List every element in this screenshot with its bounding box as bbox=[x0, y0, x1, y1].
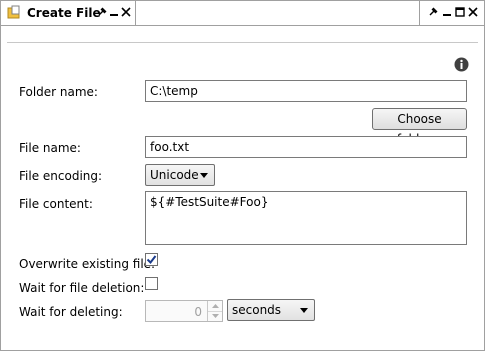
file-name-label: File name: bbox=[19, 141, 81, 155]
folder-file-icon bbox=[7, 5, 21, 19]
info-icon[interactable] bbox=[454, 57, 469, 72]
pin-icon[interactable] bbox=[426, 5, 439, 19]
file-encoding-label: File encoding: bbox=[19, 169, 103, 183]
chevron-down-icon bbox=[200, 173, 208, 178]
wait-unit-select[interactable]: seconds bbox=[227, 299, 315, 321]
separator bbox=[7, 42, 478, 43]
overwrite-label: Overwrite existing file: bbox=[19, 257, 156, 271]
file-name-field[interactable]: foo.txt bbox=[145, 136, 467, 158]
checkmark-icon bbox=[146, 255, 157, 265]
chevron-down-icon bbox=[300, 308, 308, 313]
choose-folder-button[interactable]: Choose folder... bbox=[372, 108, 467, 146]
close-icon[interactable] bbox=[119, 5, 132, 19]
file-content-label: File content: bbox=[19, 197, 93, 211]
overwrite-checkbox[interactable] bbox=[145, 253, 158, 266]
spin-down-icon[interactable] bbox=[208, 311, 222, 321]
view-toolbar bbox=[419, 1, 484, 25]
spinner-buttons bbox=[207, 301, 222, 321]
tab-strip: Create File bbox=[1, 1, 484, 26]
file-content-textarea[interactable]: ${#TestSuite#Foo} bbox=[145, 191, 467, 245]
wait-deletion-checkbox[interactable] bbox=[145, 277, 158, 290]
wait-deletion-label: Wait for file deletion: bbox=[19, 281, 145, 295]
wait-unit-value: seconds bbox=[232, 303, 282, 317]
tab-create-file[interactable]: Create File bbox=[1, 1, 136, 25]
tab-title: Create File bbox=[27, 6, 101, 20]
folder-name-field[interactable]: C:\temp bbox=[145, 80, 467, 102]
file-encoding-value: Unicode bbox=[150, 168, 199, 182]
close-icon[interactable] bbox=[466, 5, 479, 19]
create-file-panel: Create File Folder name: C:\temp Choose … bbox=[0, 0, 485, 351]
folder-name-label: Folder name: bbox=[19, 85, 98, 99]
wait-deleting-label: Wait for deleting: bbox=[19, 305, 123, 319]
minimize-icon[interactable] bbox=[440, 5, 453, 19]
wait-deleting-spinner[interactable]: 0 bbox=[145, 300, 223, 322]
maximize-icon[interactable] bbox=[453, 5, 466, 19]
file-encoding-select[interactable]: Unicode bbox=[145, 164, 215, 186]
wait-deleting-value: 0 bbox=[194, 305, 202, 319]
